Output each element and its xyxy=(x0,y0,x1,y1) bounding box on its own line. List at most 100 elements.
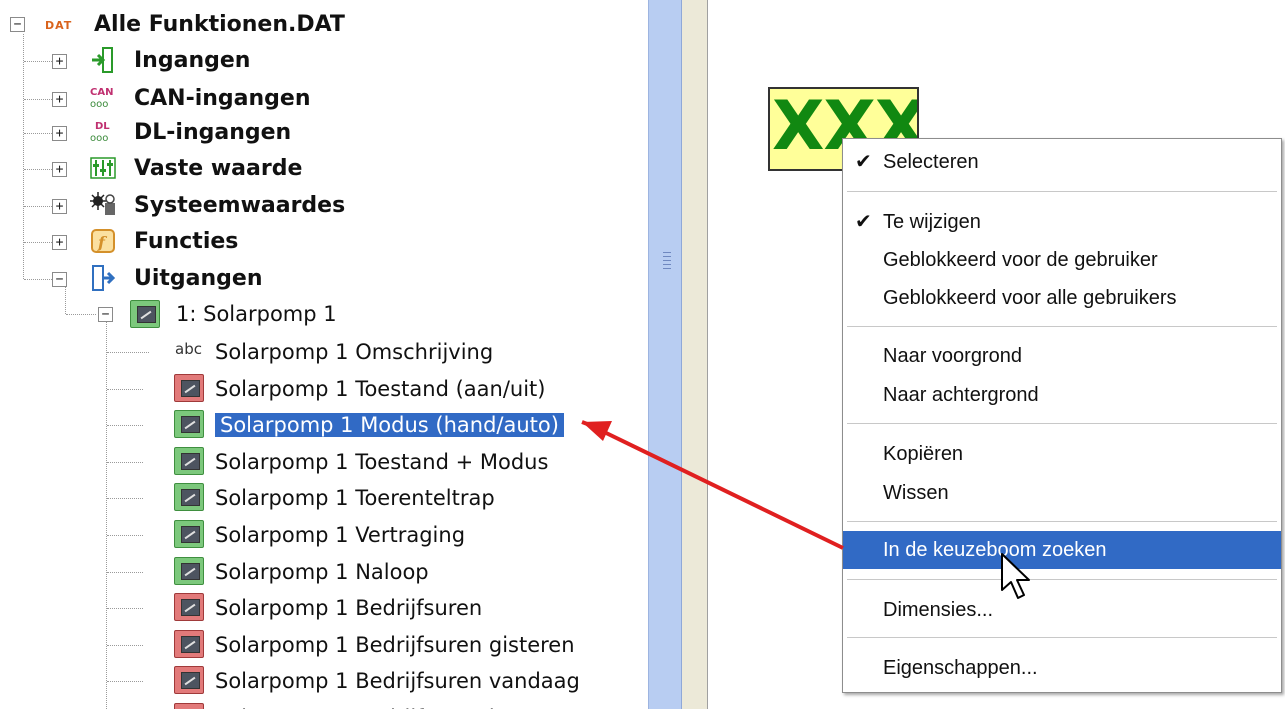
tree-node-label: 1: Solarpomp 1 xyxy=(176,302,337,326)
tree-item[interactable]: Solarpomp 1 Bedrijfsuren vandaag xyxy=(215,663,580,699)
tree-line xyxy=(24,133,54,134)
tree-group-vaste-waarde[interactable]: Vaste waarde xyxy=(134,150,302,186)
tree-item[interactable]: Solarpomp 1 Bedrijfsuren xyxy=(215,590,482,626)
dl-icon: DL ooo xyxy=(90,121,110,144)
menu-item-geblokkeerd-alle-gebruikers[interactable]: Geblokkeerd voor alle gebruikers xyxy=(843,279,1281,317)
menu-item-label: Eigenschappen... xyxy=(883,657,1038,679)
expander-minus[interactable]: − xyxy=(52,272,67,287)
menu-item-label: Dimensies... xyxy=(883,599,994,621)
tree-group-ingangen[interactable]: Ingangen xyxy=(134,42,250,78)
tree-group-dl-ingangen[interactable]: DL-ingangen xyxy=(134,114,291,150)
menu-item-label: Geblokkeerd voor alle gebruikers xyxy=(883,287,1177,309)
menu-item-label: Selecteren xyxy=(883,151,979,173)
expander-plus[interactable]: + xyxy=(52,235,67,250)
splitter-bar[interactable] xyxy=(648,0,682,709)
expander-plus[interactable]: + xyxy=(52,162,67,177)
menu-item-label: In de keuzeboom zoeken xyxy=(883,539,1107,561)
green-output-icon xyxy=(174,410,204,438)
menu-item-in-keuzeboom-zoeken[interactable]: In de keuzeboom zoeken xyxy=(843,531,1281,569)
menu-separator xyxy=(847,423,1277,424)
tree-item[interactable]: Solarpomp 1 Bedrijfsuren laatste run xyxy=(215,700,603,709)
tree-group-systeemwaardes[interactable]: Systeemwaardes xyxy=(134,187,345,223)
tree-root[interactable]: Alle Funktionen.DAT xyxy=(94,6,345,42)
splitter-grip xyxy=(663,252,671,253)
tree-output-solarpomp-1[interactable]: 1: Solarpomp 1 xyxy=(176,296,337,332)
menu-item-label: Geblokkeerd voor de gebruiker xyxy=(883,249,1158,271)
tree-item[interactable]: Solarpomp 1 Naloop xyxy=(215,554,429,590)
expander-plus[interactable]: + xyxy=(52,126,67,141)
tree-item[interactable]: Solarpomp 1 Toestand + Modus xyxy=(215,444,548,480)
tree-group-functies[interactable]: Functies xyxy=(134,223,238,259)
expander-minus[interactable]: − xyxy=(98,307,113,322)
tree-group-can-ingangen[interactable]: CAN-ingangen xyxy=(134,80,311,116)
tree-line xyxy=(107,498,143,499)
splitter-grip xyxy=(663,256,671,257)
tree-item[interactable]: Solarpomp 1 Toestand (aan/uit) xyxy=(215,371,545,407)
tree-line xyxy=(107,425,143,426)
menu-separator xyxy=(847,637,1277,638)
menu-item-naar-voorgrond[interactable]: Naar voorgrond xyxy=(843,337,1281,375)
green-output-icon xyxy=(174,483,204,511)
tree-line xyxy=(24,279,54,280)
fixed-value-icon xyxy=(90,154,116,182)
tree-line xyxy=(107,462,143,463)
expander-minus[interactable]: − xyxy=(10,17,25,32)
tree-item-label: Solarpomp 1 Bedrijfsuren vandaag xyxy=(215,669,580,693)
green-output-icon xyxy=(174,447,204,475)
input-icon xyxy=(90,46,116,74)
tree-item[interactable]: Solarpomp 1 Toerenteltrap xyxy=(215,480,495,516)
tree-item[interactable]: Solarpomp 1 Omschrijving xyxy=(215,334,493,370)
output-node-icon xyxy=(130,300,160,328)
splitter-grip xyxy=(663,268,671,269)
menu-item-selecteren[interactable]: ✔ Selecteren xyxy=(843,143,1281,181)
tree-line xyxy=(107,389,143,390)
tree-group-label: CAN-ingangen xyxy=(134,85,311,111)
tree-line xyxy=(107,681,143,682)
menu-item-eigenschappen[interactable]: Eigenschappen... xyxy=(843,649,1281,687)
tree-item-label-selected: Solarpomp 1 Modus (hand/auto) xyxy=(214,412,565,438)
tree-group-label: Uitgangen xyxy=(134,265,263,291)
dat-icon: DAT xyxy=(45,19,73,32)
tree-line xyxy=(24,169,54,170)
menu-item-label: Wissen xyxy=(883,482,949,504)
expander-plus[interactable]: + xyxy=(52,92,67,107)
function-tree-panel[interactable]: − DAT Alle Funktionen.DAT + Ingangen + C… xyxy=(0,0,648,709)
context-menu: ✔ Selecteren ✔ Te wijzigen Geblokkeerd v… xyxy=(842,138,1282,693)
tree-item-label: Solarpomp 1 Vertraging xyxy=(215,523,466,547)
tree-line xyxy=(107,535,143,536)
tree-line xyxy=(65,284,66,314)
can-icon: CAN ooo xyxy=(90,87,114,110)
tree-group-label: Vaste waarde xyxy=(134,155,303,181)
splitter-grip xyxy=(663,264,671,265)
check-icon: ✔ xyxy=(855,211,872,233)
tree-line xyxy=(106,322,107,709)
menu-item-kopieren[interactable]: Kopiëren xyxy=(843,435,1281,473)
tree-line xyxy=(66,314,96,315)
expander-plus[interactable]: + xyxy=(52,54,67,69)
mouse-cursor-icon xyxy=(1001,553,1030,599)
menu-item-dimensies[interactable]: Dimensies... xyxy=(843,591,1281,629)
tree-item-label: Solarpomp 1 Toerenteltrap xyxy=(215,486,495,510)
red-output-icon xyxy=(174,703,204,709)
tree-item-label: Solarpomp 1 Omschrijving xyxy=(215,340,494,364)
tree-item[interactable]: Solarpomp 1 Bedrijfsuren gisteren xyxy=(215,627,575,663)
tree-item[interactable]: Solarpomp 1 Vertraging xyxy=(215,517,465,553)
expander-plus[interactable]: + xyxy=(52,199,67,214)
menu-item-wissen[interactable]: Wissen xyxy=(843,474,1281,512)
tree-item-label: Solarpomp 1 Toestand + Modus xyxy=(215,450,549,474)
tree-group-uitgangen[interactable]: Uitgangen xyxy=(134,260,263,296)
menu-item-label: Kopiëren xyxy=(883,443,964,465)
tree-item[interactable]: Solarpomp 1 Modus (hand/auto) xyxy=(214,407,565,443)
function-icon: f xyxy=(90,227,116,255)
tree-item-label: Solarpomp 1 Bedrijfsuren xyxy=(215,596,483,620)
red-output-icon xyxy=(174,593,204,621)
tree-group-label: Ingangen xyxy=(134,47,251,73)
tree-group-label: Functies xyxy=(134,228,239,254)
tree-line xyxy=(24,242,54,243)
menu-item-geblokkeerd-gebruiker[interactable]: Geblokkeerd voor de gebruiker xyxy=(843,241,1281,279)
tree-item-label: Solarpomp 1 Toestand (aan/uit) xyxy=(215,377,546,401)
menu-item-label: Naar achtergrond xyxy=(883,384,1039,406)
menu-item-naar-achtergrond[interactable]: Naar achtergrond xyxy=(843,376,1281,414)
tree-line xyxy=(24,99,54,100)
menu-item-te-wijzigen[interactable]: ✔ Te wijzigen xyxy=(843,203,1281,241)
